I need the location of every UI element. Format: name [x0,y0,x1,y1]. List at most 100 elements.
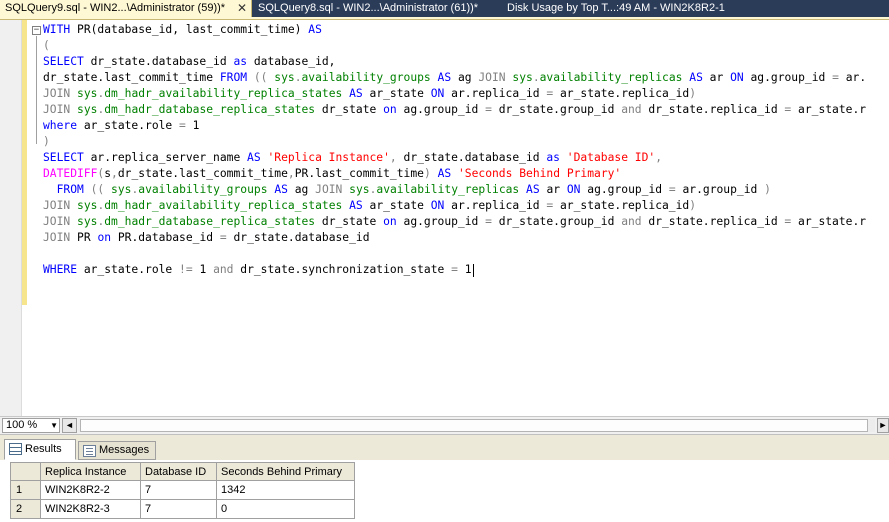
code-token: dm_hadr_database_replica_states [104,215,316,228]
code-token: JOIN [43,231,71,244]
scroll-left-icon[interactable]: ◄ [62,418,77,433]
editor-gutter [0,20,22,416]
code-token: 'Database ID' [566,151,656,164]
code-token: ar_state.r [791,215,867,228]
code-line[interactable] [43,246,889,262]
grid-cell[interactable]: 7 [140,499,217,519]
code-token: dr_state.synchronization_state [233,263,452,276]
code-line[interactable]: FROM (( sys.availability_groups AS ag JO… [43,182,889,198]
row-number[interactable]: 1 [10,480,41,500]
grid-header-row: Replica Instance Database ID Seconds Beh… [10,462,355,481]
code-line[interactable]: SELECT ar.replica_server_name AS 'Replic… [43,150,889,166]
grid-cell[interactable]: 0 [216,499,355,519]
code-token: ( [43,39,50,52]
code-token: 1 [185,119,200,132]
code-token: WHERE [43,263,78,276]
collapse-toggle-icon[interactable]: − [32,26,41,35]
code-token: FROM [56,183,84,196]
code-token: where [43,119,78,132]
table-row[interactable]: 2 WIN2K8R2-3 7 0 [10,499,355,519]
code-token: ) [689,87,697,100]
code-token: ar_state.r [791,103,867,116]
sql-code[interactable]: WITH PR(database_id, last_commit_time) A… [43,22,889,278]
tab-sqlquery9[interactable]: SQLQuery9.sql - WIN2...\Administrator (5… [0,0,252,17]
code-token: availability_groups [301,71,431,84]
column-header[interactable]: Replica Instance [40,462,141,481]
code-token: on [97,231,112,244]
horizontal-scrollbar-thumb[interactable] [80,419,868,432]
code-token: AS [308,23,322,36]
code-line[interactable]: ) [43,134,889,150]
code-token: JOIN [43,87,71,100]
table-row[interactable]: 1 WIN2K8R2-2 7 1342 [10,480,355,500]
query-editor[interactable]: − WITH PR(database_id, last_commit_time)… [0,20,889,416]
document-tab-bar: SQLQuery9.sql - WIN2...\Administrator (5… [0,0,889,17]
row-number[interactable]: 2 [10,499,41,519]
tab-results[interactable]: Results [4,439,76,460]
outline-line [36,36,37,144]
results-grid[interactable]: Replica Instance Database ID Seconds Beh… [10,462,355,519]
code-token: dr_state.last_commit_time [43,71,220,84]
code-token: dr_state.group_id [491,103,622,116]
code-token: ar [539,183,567,196]
code-token: ar_state.role [77,119,180,132]
code-line[interactable]: JOIN sys.dm_hadr_database_replica_states… [43,214,889,230]
code-token: ar.replica_server_name [83,151,248,164]
code-line[interactable]: JOIN sys.dm_hadr_database_replica_states… [43,102,889,118]
tab-disk-usage[interactable]: Disk Usage by Top T...:49 AM - WIN2K8R2-… [502,0,889,17]
code-token: != [179,263,193,276]
code-token: on [383,215,397,228]
code-token: ag.group_id [743,71,833,84]
tab-label: SQLQuery8.sql - WIN2...\Administrator (6… [258,2,479,14]
code-token: AS [689,71,703,84]
code-token: AS [349,87,363,100]
code-token: AS [247,151,261,164]
code-line[interactable]: WHERE ar_state.role != 1 and dr_state.sy… [43,262,889,278]
code-line[interactable]: dr_state.last_commit_time FROM (( sys.av… [43,70,889,86]
code-line[interactable]: JOIN sys.dm_hadr_availability_replica_st… [43,86,889,102]
code-token: ar. [838,71,867,84]
grid-corner[interactable] [10,462,41,481]
column-header[interactable]: Database ID [140,462,217,481]
code-line[interactable]: DATEDIFF(s,dr_state.last_commit_time,PR.… [43,166,889,182]
code-token: ) [423,167,431,180]
grid-cell[interactable]: WIN2K8R2-3 [40,499,141,519]
column-header[interactable]: Seconds Behind Primary [216,462,355,481]
code-token: dm_hadr_availability_replica_states [104,199,343,212]
code-line[interactable]: JOIN sys.dm_hadr_availability_replica_st… [43,198,889,214]
tab-messages[interactable]: Messages [78,441,156,460]
grid-cell[interactable]: 7 [140,480,217,500]
grid-cell[interactable]: WIN2K8R2-2 [40,480,141,500]
code-token: and [213,263,234,276]
code-token: , [111,167,118,180]
zoom-select[interactable]: 100 % ▼ [2,418,60,433]
text-caret [472,263,474,277]
code-token: = [832,71,839,84]
code-token: ON [566,183,581,196]
results-pane: Replica Instance Database ID Seconds Beh… [0,460,889,522]
code-token: 'Seconds Behind Primary' [458,167,622,180]
zoom-value: 100 % [6,419,38,431]
close-icon[interactable]: ✕ [237,0,247,16]
code-token: dr_state [315,215,384,228]
scroll-right-icon[interactable]: ► [877,418,889,433]
code-token: JOIN [43,199,71,212]
code-token: ag [287,183,316,196]
code-token: = [451,263,458,276]
code-token: = [485,215,492,228]
code-line[interactable]: where ar_state.role = 1 [43,118,889,134]
code-token: , [287,167,295,180]
code-line[interactable]: SELECT dr_state.database_id as database_… [43,54,889,70]
code-line[interactable]: ( [43,38,889,54]
dropdown-arrow-icon[interactable]: ▼ [50,419,58,432]
code-token: dr_state.database_id [83,55,234,68]
code-token: 'Replica Instance' [267,151,390,164]
code-line[interactable]: WITH PR(database_id, last_commit_time) A… [43,22,889,38]
tab-sqlquery8[interactable]: SQLQuery8.sql - WIN2...\Administrator (6… [253,0,501,17]
code-token: ON [430,87,445,100]
code-token: on [383,103,397,116]
grid-cell[interactable]: 1342 [216,480,355,500]
code-line[interactable]: JOIN PR on PR.database_id = dr_state.dat… [43,230,889,246]
